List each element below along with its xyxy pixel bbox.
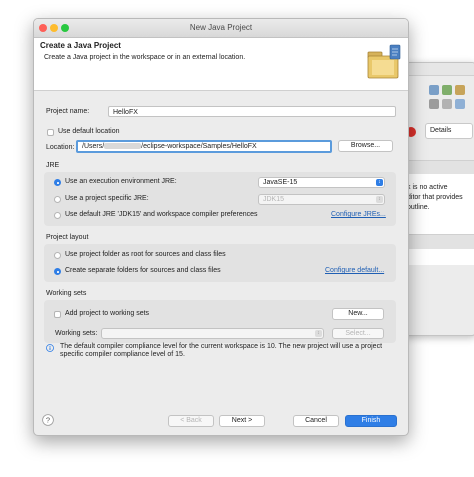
execution-environment-jre-radio[interactable] [54,179,61,186]
add-to-working-sets-label: Add project to working sets [65,310,150,317]
project-layout-group-title: Project layout [46,234,89,241]
cancel-button[interactable]: Cancel [293,415,339,427]
project-name-label: Project name: [46,108,90,115]
compliance-info-message: The default compiler compliance level fo… [60,343,383,358]
project-folder-as-root-label: Use project folder as root for sources a… [65,251,226,258]
wizard-header-title: Create a Java Project [40,41,121,50]
wizard-header-description: Create a Java project in the workspace o… [44,54,246,61]
chevron-updown-icon: ↕ [376,196,383,203]
configure-jres-link[interactable]: Configure JREs... [331,211,386,218]
separate-folders-label: Create separate folders for sources and … [65,267,221,274]
configure-default-link[interactable]: Configure default... [325,267,384,274]
toolbar-tool-icon[interactable] [442,99,452,109]
project-folder-as-root-radio[interactable] [54,252,61,259]
project-specific-jre-value: JDK15 [263,196,285,203]
browse-button[interactable]: Browse... [338,140,393,152]
working-sets-group-title: Working sets [46,290,87,297]
toolbar-tool-icon[interactable] [455,99,465,109]
toolbar-tool-icon[interactable] [442,85,452,95]
toolbar-tool-icon[interactable] [429,85,439,95]
working-sets-group: Add project to working sets New... Worki… [44,300,396,343]
default-jre-radio[interactable] [54,212,61,219]
background-toolbar [403,63,474,76]
use-default-location-checkbox[interactable] [47,129,54,136]
dialog-title: New Java Project [189,23,253,32]
outline-view-header [403,160,474,175]
location-label: Location: [46,144,75,151]
project-specific-jre-select[interactable]: JDK15 ↕ [258,194,385,205]
use-default-location-label: Use default location [58,128,120,135]
add-to-working-sets-checkbox[interactable] [54,311,61,318]
separate-folders-radio[interactable] [54,268,61,275]
details-tab[interactable]: Details [425,123,473,139]
help-icon[interactable]: ? [42,414,54,426]
select-working-sets-button[interactable]: Select... [332,328,384,339]
back-button[interactable]: < Back [168,415,214,427]
next-button[interactable]: Next > [219,415,265,427]
location-suffix: /eclipse-workspace/Samples/HelloFX [141,143,257,150]
background-eclipse-window: Details k is no active ditor that provid… [402,62,474,336]
project-name-input[interactable]: HelloFX [108,106,396,117]
project-specific-jre-radio[interactable] [54,196,61,203]
default-jre-label: Use default JRE 'JDK15' and workspace co… [65,211,258,218]
console-view [403,249,474,265]
details-tab-label: Details [430,127,452,134]
execution-environment-select[interactable]: JavaSE-15 ↕ [258,177,385,188]
info-icon [46,344,54,352]
console-view-header [403,234,474,250]
redacted-username [104,143,142,150]
new-java-project-dialog: New Java Project Create a Java Project C… [33,18,409,436]
project-layout-group: Use project folder as root for sources a… [44,244,396,282]
execution-environment-jre-label: Use an execution environment JRE: [65,178,177,185]
project-specific-jre-label: Use a project specific JRE: [65,195,149,202]
jre-group-title: JRE [46,162,60,169]
jre-group: Use an execution environment JRE: JavaSE… [44,172,396,226]
outline-message-line3: outline. [407,204,430,211]
execution-environment-value: JavaSE-15 [263,179,298,186]
chevron-updown-icon: ↕ [376,179,383,186]
java-project-folder-icon [367,44,401,79]
outline-message-line1: k is no active [407,184,448,191]
outline-message-line2: ditor that provides [407,194,463,201]
wizard-header: Create a Java Project Create a Java proj… [34,38,408,91]
svg-text:?: ? [46,416,50,425]
finish-button[interactable]: Finish [345,415,397,427]
title-bar: New Java Project [34,19,408,38]
toolbar-tool-icon[interactable] [455,85,465,95]
outline-view: k is no active ditor that provides outli… [403,174,474,234]
working-sets-select[interactable]: ↕ [101,328,324,339]
chevron-updown-icon: ↕ [315,330,322,337]
toolbar-tool-icon[interactable] [429,99,439,109]
new-working-set-button[interactable]: New... [332,308,384,320]
working-sets-label: Working sets: [55,330,98,337]
location-input[interactable]: /Users/ /eclipse-workspace/Samples/HelloF… [76,140,332,153]
location-prefix: /Users/ [82,143,105,150]
